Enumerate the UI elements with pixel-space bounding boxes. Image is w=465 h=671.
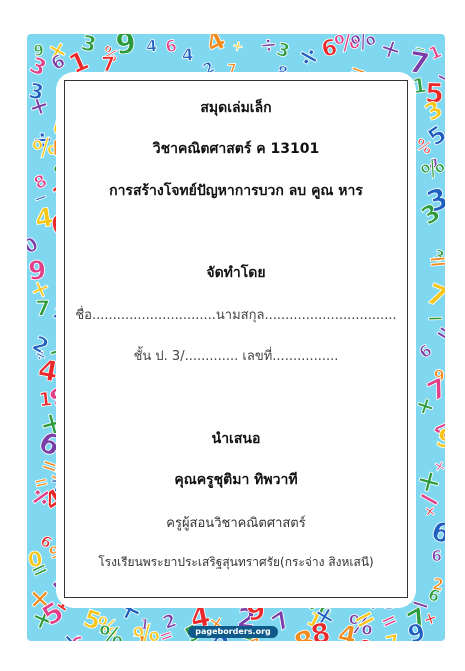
made-by-heading: จัดทำโดย [206, 265, 266, 281]
present-heading: นำเสนอ [211, 431, 261, 447]
booklet-title: สมุดเล่มเล็ก [200, 100, 272, 116]
document-page: 9×3%94644+÷3÷6%%×−13617278=7−3115+3÷4%5%… [0, 0, 465, 671]
topic-line: การสร้างโจทย์ปัญหาการบวก ลบ คูณ หาร [109, 183, 363, 199]
border-number-glyph: 6 [164, 36, 179, 57]
border-number-glyph: 6 [427, 515, 445, 551]
subject-line: วิชาคณิตศาสตร์ ค 13101 [152, 141, 320, 157]
border-number-glyph: + [230, 38, 245, 56]
name-fill-line: ชื่อ..............................นามสกุ… [75, 308, 397, 323]
border-number-glyph: 4 [201, 34, 230, 60]
border-number-glyph: 3 [27, 53, 50, 82]
border-number-glyph: 4 [181, 45, 194, 66]
border-number-glyph: % [97, 620, 126, 641]
border-number-glyph: 7 [383, 629, 402, 641]
border-number-glyph: 0 [27, 233, 42, 259]
teacher-name: คุณครูชุติมา ทิพวาที [174, 472, 298, 488]
border-number-glyph: 9 [114, 34, 138, 61]
border-number-glyph: 2 [360, 637, 373, 641]
border-number-glyph: 6 [415, 340, 435, 362]
border-number-glyph: − [431, 630, 445, 641]
teacher-role: ครูผู้สอนวิชาคณิตศาสตร์ [166, 516, 306, 531]
class-fill-line: ชั้น ป. 3/............. เลขที่..........… [133, 349, 339, 364]
border-number-glyph: = [27, 555, 52, 584]
border-number-glyph: × [376, 34, 405, 66]
school-name: โรงเรียนพระยาประเสริฐสุนทราศรัย(กระจ่าง … [98, 555, 374, 569]
border-number-glyph: 6 [431, 547, 442, 565]
watermark-badge: pageborders.org [188, 626, 278, 638]
border-number-glyph: = [427, 248, 445, 276]
border-number-glyph: 4 [145, 36, 157, 56]
border-number-glyph: × [424, 503, 437, 520]
border-number-glyph: 4 [335, 620, 358, 641]
